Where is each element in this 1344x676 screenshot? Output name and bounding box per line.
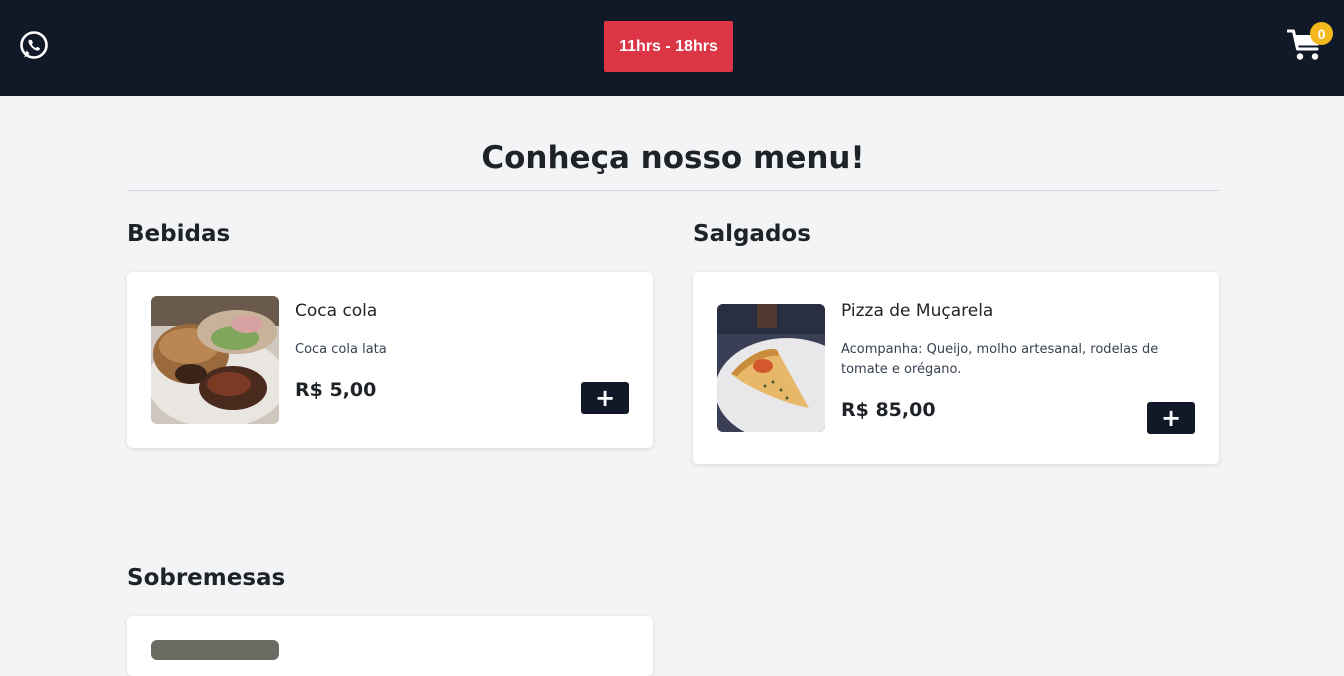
top-navbar: 11hrs - 18hrs 0 (0, 0, 1344, 96)
item-description: Acompanha: Queijo, molho artesanal, rode… (841, 342, 1159, 377)
item-image-pizza (717, 304, 825, 432)
title-divider (127, 190, 1219, 191)
item-image-dessert (151, 640, 279, 660)
item-price: R$ 85,00 (841, 399, 936, 421)
section-title-bebidas: Bebidas (127, 221, 231, 247)
opening-hours-badge: 11hrs - 18hrs (604, 21, 733, 72)
item-name: Pizza de Muçarela (841, 301, 994, 321)
item-description: Coca cola lata (295, 342, 387, 357)
item-price: R$ 5,00 (295, 379, 377, 401)
cart-count-badge: 0 (1310, 22, 1333, 45)
section-title-salgados: Salgados (693, 221, 811, 247)
section-title-sobremesas: Sobremesas (127, 565, 286, 591)
item-name: Coca cola (295, 301, 378, 321)
add-to-cart-button[interactable]: + (581, 382, 629, 414)
whatsapp-icon[interactable] (19, 30, 49, 60)
page-title: Conheça nosso menu! (481, 140, 865, 176)
item-image-burger (151, 296, 279, 424)
add-to-cart-button[interactable]: + (1147, 402, 1195, 434)
menu-item-card: Coca cola Coca cola lata R$ 5,00 + (127, 272, 653, 448)
menu-item-card (127, 616, 653, 676)
menu-item-card: Pizza de Muçarela Acompanha: Queijo, mol… (693, 272, 1219, 464)
